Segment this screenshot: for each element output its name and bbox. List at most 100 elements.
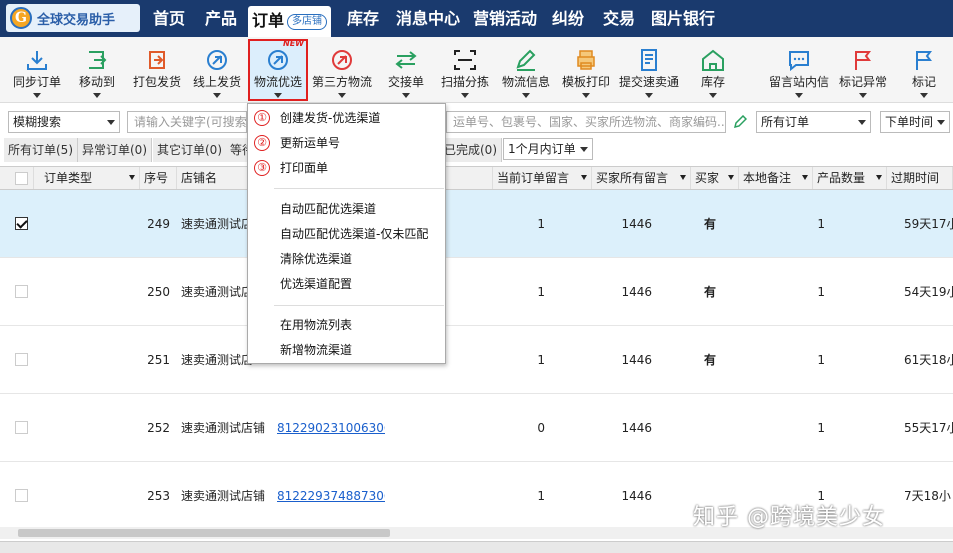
keyword-input[interactable]: 请输入关键字(可搜索 — [127, 111, 247, 133]
chevron-down-icon — [858, 120, 866, 125]
handover-button[interactable]: 交接单 — [382, 41, 430, 101]
menu-channel-config[interactable]: 优选渠道配置 — [248, 273, 445, 295]
tab-all-orders[interactable]: 所有订单(5) — [4, 138, 78, 162]
header-all-msg[interactable]: 买家所有留言 — [592, 167, 691, 189]
toolbar: 同步订单 移动到 打包发货 线上发货 NEW 物流优选 第三方物流 交接单 扫描… — [0, 37, 953, 103]
select-all-checkbox[interactable] — [15, 172, 28, 185]
menu-divider — [274, 305, 444, 306]
caret-down-icon — [93, 93, 101, 98]
nav-disputes[interactable]: 纠纷 — [552, 0, 584, 37]
warehouse-icon — [702, 49, 724, 71]
template-print-button[interactable]: 模板打印 — [558, 41, 614, 101]
edit-icon[interactable] — [733, 115, 747, 129]
table-row[interactable]: 250 速卖通测试店 1 1446 有 1 54天19小 — [0, 258, 953, 326]
table-row[interactable]: 251 速卖通测试店 1 1446 有 1 61天18小 — [0, 326, 953, 394]
header-expire[interactable]: 过期时间 — [887, 167, 953, 189]
header-local-note[interactable]: 本地备注 — [739, 167, 813, 189]
order-scope-select[interactable]: 所有订单 — [756, 111, 871, 133]
row-checkbox[interactable] — [15, 217, 28, 230]
nav-messages[interactable]: 消息中心 — [396, 0, 460, 37]
header-buyer[interactable]: 买家 — [691, 167, 739, 189]
nav-home[interactable]: 首页 — [153, 0, 185, 37]
submit-aliexpress-button[interactable]: 提交速卖通 — [618, 41, 680, 101]
logistics-optimize-button[interactable]: NEW 物流优选 — [248, 39, 308, 101]
caret-down-icon — [709, 93, 717, 98]
printer-icon — [577, 50, 595, 70]
row-checkbox[interactable] — [15, 353, 28, 366]
tab-completed[interactable]: 已完成(0) — [440, 138, 502, 162]
header-seq[interactable]: 序号 — [140, 167, 177, 189]
sync-orders-button[interactable]: 同步订单 — [8, 41, 66, 101]
menu-print-label[interactable]: ③ 打印面单 — [248, 157, 445, 179]
flag-icon — [855, 51, 871, 70]
exchange-icon — [395, 51, 417, 69]
caret-down-icon — [522, 93, 530, 98]
scan-sort-button[interactable]: 扫描分拣 — [436, 41, 494, 101]
mark-exception-button[interactable]: 标记异常 — [836, 41, 890, 101]
download-icon — [27, 51, 47, 70]
search-mode-select[interactable]: 模糊搜索 — [8, 111, 120, 133]
nav-marketing[interactable]: 营销活动 — [473, 0, 537, 37]
tab-other-orders[interactable]: 其它订单(0) — [153, 138, 227, 162]
time-range-select[interactable]: 1个月内订单 — [503, 138, 593, 160]
caret-down-icon — [795, 93, 803, 98]
keyword-hint[interactable]: 运单号、包裹号、国家、买家所选物流、商家编码... — [446, 111, 726, 133]
plane-icon — [332, 50, 352, 70]
top-nav: G 全球交易助手 首页 产品 订单 多店铺 库存 消息中心 营销活动 纠纷 交易 … — [0, 0, 953, 37]
nav-orders[interactable]: 订单 多店铺 — [248, 6, 332, 37]
menu-create-shipment[interactable]: ① 创建发货-优选渠道 — [248, 107, 445, 129]
chat-icon — [789, 51, 809, 71]
messages-button[interactable]: 留言站内信 — [766, 41, 832, 101]
menu-update-tracking[interactable]: ② 更新运单号 — [248, 132, 445, 154]
caret-down-icon — [859, 93, 867, 98]
table-row[interactable]: 249 速卖通测试店 1 1446 有 1 59天17小 — [0, 190, 953, 258]
menu-clear-channel[interactable]: 清除优选渠道 — [248, 248, 445, 270]
table-row[interactable]: 252 速卖通测试店铺 812290231006306 0 1446 1 55天… — [0, 394, 953, 462]
caret-down-icon — [402, 93, 410, 98]
caret-down-icon — [920, 93, 928, 98]
caret-down-icon — [582, 93, 590, 98]
mark-button[interactable]: 标记 — [904, 41, 944, 101]
filter-bar: 模糊搜索 请输入关键字(可搜索 运单号、包裹号、国家、买家所选物流、商家编码..… — [0, 109, 953, 135]
sort-icon — [802, 175, 808, 180]
row-checkbox[interactable] — [15, 285, 28, 298]
caret-down-icon — [33, 93, 41, 98]
caret-down-icon — [338, 93, 346, 98]
logo-icon: G — [10, 7, 32, 29]
caret-down-icon — [461, 93, 469, 98]
tab-exception-orders[interactable]: 异常订单(0) — [78, 138, 152, 162]
header-current-msg[interactable]: 当前订单留言 — [493, 167, 592, 189]
menu-active-logistics[interactable]: 在用物流列表 — [248, 314, 445, 336]
row-checkbox[interactable] — [15, 489, 28, 502]
new-tag: NEW — [283, 39, 304, 48]
header-order-type[interactable]: 订单类型 — [34, 167, 140, 189]
multi-store-badge[interactable]: 多店铺 — [287, 14, 328, 30]
bottom-tabs-strip — [0, 541, 953, 553]
order-id-link[interactable]: 812229374887306 — [277, 462, 385, 530]
pack-ship-button[interactable]: 打包发货 — [128, 41, 186, 101]
logistics-info-button[interactable]: 物流信息 — [498, 41, 554, 101]
chevron-down-icon — [107, 120, 115, 125]
inventory-button[interactable]: 库存 — [694, 41, 732, 101]
nav-products[interactable]: 产品 — [205, 0, 237, 37]
nav-inventory[interactable]: 库存 — [347, 0, 379, 37]
app-logo[interactable]: G 全球交易助手 — [6, 4, 140, 32]
scrollbar-thumb[interactable] — [18, 529, 390, 537]
menu-auto-match[interactable]: 自动匹配优选渠道 — [248, 198, 445, 220]
package-icon — [149, 51, 165, 69]
row-checkbox[interactable] — [15, 421, 28, 434]
chevron-down-icon — [580, 147, 588, 152]
third-party-logistics-button[interactable]: 第三方物流 — [310, 41, 374, 101]
nav-transactions[interactable]: 交易 — [603, 0, 635, 37]
move-to-button[interactable]: 移动到 — [72, 41, 122, 101]
header-qty[interactable]: 产品数量 — [813, 167, 887, 189]
caret-down-icon — [213, 93, 221, 98]
plane-icon — [207, 50, 227, 70]
select-all-cell — [0, 167, 34, 189]
menu-add-channel[interactable]: 新增物流渠道 — [248, 339, 445, 361]
nav-image-bank[interactable]: 图片银行 — [651, 0, 715, 37]
order-id-link[interactable]: 812290231006306 — [277, 394, 385, 462]
online-ship-button[interactable]: 线上发货 — [190, 41, 244, 101]
menu-auto-match-unmatched[interactable]: 自动匹配优选渠道-仅未匹配 — [248, 223, 445, 245]
sort-select[interactable]: 下单时间 — [880, 111, 950, 133]
